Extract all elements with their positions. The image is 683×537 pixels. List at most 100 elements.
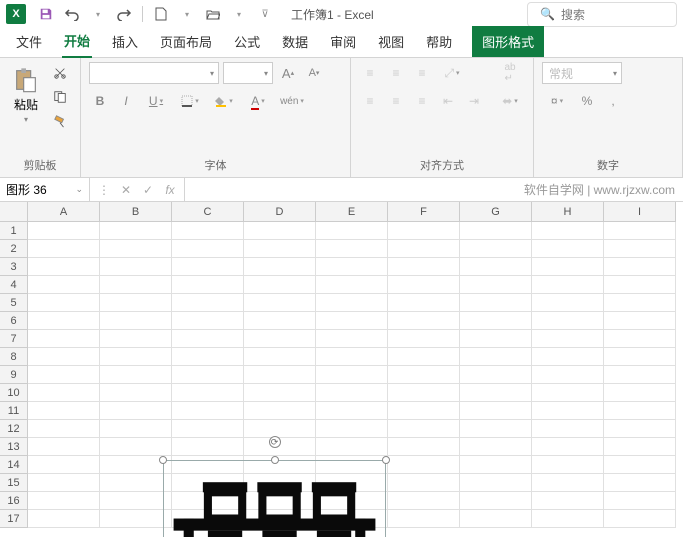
row-header[interactable]: 16	[0, 492, 28, 510]
search-box[interactable]: 🔍 搜索	[527, 2, 677, 27]
cell[interactable]	[388, 348, 460, 366]
column-header[interactable]: H	[532, 202, 604, 222]
cell[interactable]	[316, 420, 388, 438]
cell[interactable]	[28, 258, 100, 276]
formula-bar-expand[interactable]: ⋮	[94, 180, 114, 200]
cell[interactable]	[460, 402, 532, 420]
cell[interactable]	[532, 330, 604, 348]
cell[interactable]	[532, 366, 604, 384]
cancel-button[interactable]: ✕	[116, 180, 136, 200]
font-color-button[interactable]: A	[243, 90, 273, 112]
cell[interactable]	[532, 492, 604, 510]
cell[interactable]	[28, 456, 100, 474]
tab-insert[interactable]: 插入	[110, 26, 140, 57]
cell[interactable]	[388, 402, 460, 420]
cell[interactable]	[388, 510, 460, 528]
cell[interactable]	[532, 348, 604, 366]
tab-data[interactable]: 数据	[280, 26, 310, 57]
cell[interactable]	[244, 348, 316, 366]
cell[interactable]	[172, 276, 244, 294]
cell[interactable]	[172, 330, 244, 348]
resize-handle-tl[interactable]	[159, 456, 167, 464]
cell[interactable]	[532, 240, 604, 258]
column-header[interactable]: C	[172, 202, 244, 222]
cell[interactable]	[460, 330, 532, 348]
name-box[interactable]: 图形 36 ⌄	[0, 178, 90, 201]
cell[interactable]	[28, 330, 100, 348]
cell[interactable]	[604, 240, 676, 258]
cell[interactable]	[244, 384, 316, 402]
cell[interactable]	[244, 222, 316, 240]
cell[interactable]	[100, 474, 172, 492]
cell[interactable]	[388, 222, 460, 240]
align-center-button[interactable]: ≡	[385, 90, 407, 112]
cell[interactable]	[172, 294, 244, 312]
cell[interactable]	[460, 474, 532, 492]
cell[interactable]	[604, 312, 676, 330]
cell[interactable]	[532, 510, 604, 528]
font-size-combo[interactable]	[223, 62, 273, 84]
row-header[interactable]: 5	[0, 294, 28, 312]
cell[interactable]	[28, 276, 100, 294]
cell[interactable]	[604, 384, 676, 402]
cell[interactable]	[316, 366, 388, 384]
wrap-text-button[interactable]: ab↵	[495, 62, 525, 84]
cell[interactable]	[532, 438, 604, 456]
cell[interactable]	[460, 276, 532, 294]
cell[interactable]	[532, 456, 604, 474]
underline-button[interactable]: U	[141, 90, 171, 112]
decrease-font-button[interactable]: A▾	[303, 62, 325, 84]
cell[interactable]	[28, 222, 100, 240]
cell[interactable]	[532, 420, 604, 438]
cell[interactable]	[532, 474, 604, 492]
cell[interactable]	[28, 402, 100, 420]
row-header[interactable]: 6	[0, 312, 28, 330]
tab-view[interactable]: 视图	[376, 26, 406, 57]
cell[interactable]	[388, 312, 460, 330]
tab-review[interactable]: 审阅	[328, 26, 358, 57]
qat-customize[interactable]: ⊽	[253, 2, 277, 26]
row-header[interactable]: 13	[0, 438, 28, 456]
copy-button[interactable]	[48, 86, 72, 108]
align-left-button[interactable]: ≡	[359, 90, 381, 112]
cell[interactable]	[604, 510, 676, 528]
align-bottom-button[interactable]: ≡	[411, 62, 433, 84]
cell[interactable]	[532, 312, 604, 330]
cell[interactable]	[604, 330, 676, 348]
cell[interactable]	[388, 474, 460, 492]
cell[interactable]	[532, 276, 604, 294]
tab-file[interactable]: 文件	[14, 26, 44, 57]
decrease-indent-button[interactable]: ⇤	[437, 90, 459, 112]
align-top-button[interactable]: ≡	[359, 62, 381, 84]
cell[interactable]	[244, 312, 316, 330]
cell[interactable]	[316, 438, 388, 456]
row-header[interactable]: 11	[0, 402, 28, 420]
cell[interactable]	[460, 222, 532, 240]
cell[interactable]	[100, 330, 172, 348]
cell[interactable]	[388, 294, 460, 312]
cell[interactable]	[316, 384, 388, 402]
cell[interactable]	[388, 276, 460, 294]
enter-button[interactable]: ✓	[138, 180, 158, 200]
cell[interactable]	[172, 240, 244, 258]
cell[interactable]	[100, 366, 172, 384]
cell[interactable]	[532, 222, 604, 240]
redo-dropdown[interactable]: ▾	[86, 2, 110, 26]
currency-button[interactable]: ¤	[542, 90, 572, 112]
cell[interactable]	[316, 240, 388, 258]
row-header[interactable]: 4	[0, 276, 28, 294]
row-header[interactable]: 2	[0, 240, 28, 258]
cell[interactable]	[316, 222, 388, 240]
cell[interactable]	[316, 348, 388, 366]
cell[interactable]	[172, 384, 244, 402]
cell[interactable]	[460, 312, 532, 330]
cell[interactable]	[388, 384, 460, 402]
cell[interactable]	[28, 420, 100, 438]
fill-color-button[interactable]	[209, 90, 239, 112]
row-header[interactable]: 10	[0, 384, 28, 402]
tab-home[interactable]: 开始	[62, 25, 92, 58]
cell[interactable]	[100, 510, 172, 528]
cell[interactable]	[100, 258, 172, 276]
cell[interactable]	[532, 294, 604, 312]
worksheet-grid[interactable]: ABCDEFGHI 1234567891011121314151617 ⟳	[0, 202, 683, 537]
